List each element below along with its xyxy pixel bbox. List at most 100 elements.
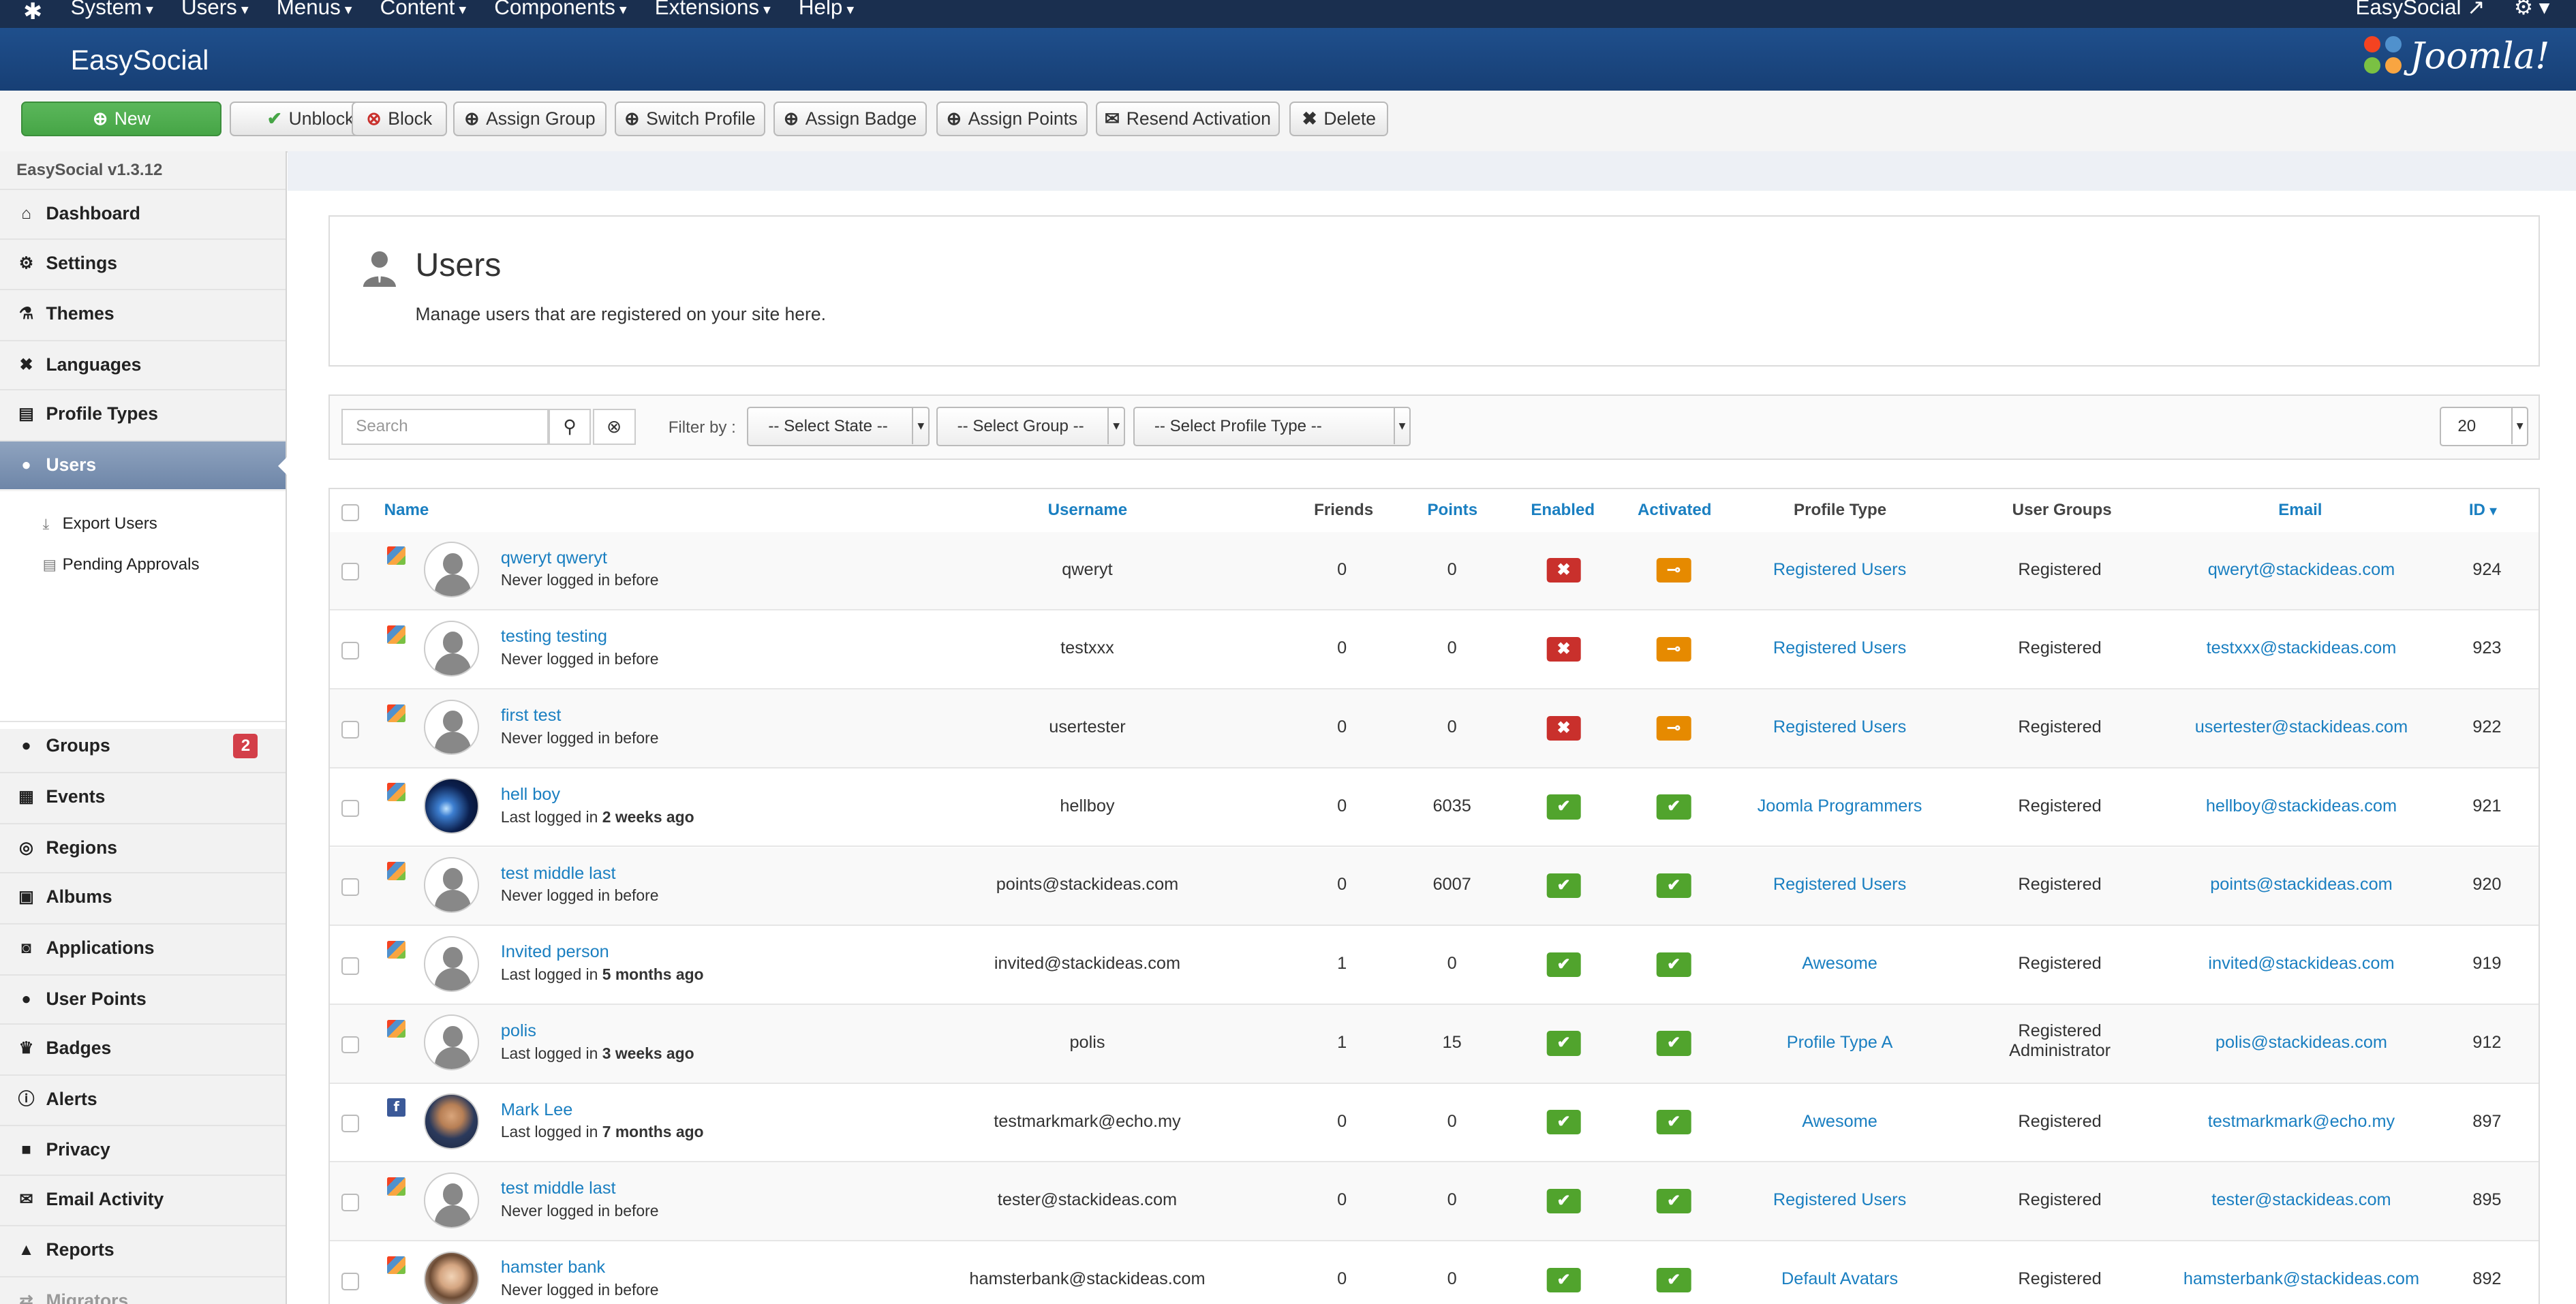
header-id[interactable]: ID ▾ xyxy=(2469,501,2496,520)
gear-icon[interactable]: ⚙ ▾ xyxy=(2514,0,2550,19)
email-link[interactable]: qweryt@stackideas.com xyxy=(2208,560,2395,580)
resend-activation-button[interactable]: ✉ Resend Activation xyxy=(1095,102,1280,137)
state-select[interactable]: -- Select State -- ▾ xyxy=(747,407,930,447)
user-name-link[interactable]: hamster bank xyxy=(501,1258,605,1277)
sidebar-item-users[interactable]: ● Users xyxy=(0,440,288,490)
header-activated[interactable]: Activated xyxy=(1638,501,1711,520)
user-name-link[interactable]: testing testing xyxy=(501,627,607,647)
avatar[interactable] xyxy=(423,1251,480,1304)
sidebar-item-profile-types[interactable]: ▤ Profile Types xyxy=(0,389,286,438)
row-checkbox[interactable] xyxy=(341,799,359,818)
assign-points-button[interactable]: ⊕ Assign Points xyxy=(936,102,1088,137)
profile-type-link[interactable]: Registered Users xyxy=(1773,560,1906,580)
profile-type-link[interactable]: Joomla Programmers xyxy=(1758,796,1922,816)
sidebar-item-user-points[interactable]: ● User Points xyxy=(0,974,286,1023)
profile-type-link[interactable]: Default Avatars xyxy=(1781,1269,1898,1289)
profile-type-link[interactable]: Awesome xyxy=(1802,954,1877,974)
disabled-x-icon[interactable]: ✖ xyxy=(1546,715,1581,741)
disabled-x-icon[interactable]: ✖ xyxy=(1546,636,1581,662)
enabled-check-icon[interactable]: ✔ xyxy=(1546,873,1581,899)
user-name-link[interactable]: Mark Lee xyxy=(501,1100,572,1120)
sidebar-item-groups[interactable]: ● Groups 2 xyxy=(0,721,286,770)
user-name-link[interactable]: test middle last xyxy=(501,864,616,884)
enabled-check-icon[interactable]: ✔ xyxy=(1546,1267,1581,1292)
profile-type-link[interactable]: Profile Type A xyxy=(1787,1033,1893,1053)
menu-help[interactable]: Help xyxy=(799,0,854,20)
activated-check-icon[interactable]: ✔ xyxy=(1656,1031,1691,1056)
row-checkbox[interactable] xyxy=(341,1194,359,1211)
disabled-x-icon[interactable]: ✖ xyxy=(1546,558,1581,583)
email-link[interactable]: testmarkmark@echo.my xyxy=(2208,1112,2395,1132)
email-link[interactable]: testxxx@stackideas.com xyxy=(2207,638,2397,658)
sidebar-item-reports[interactable]: ▲ Reports xyxy=(0,1225,286,1274)
row-checkbox[interactable] xyxy=(341,1115,359,1133)
profile-type-link[interactable]: Registered Users xyxy=(1773,1190,1906,1210)
row-checkbox[interactable] xyxy=(341,642,359,659)
sidebar-item-applications[interactable]: ◙ Applications xyxy=(0,922,286,972)
delete-button[interactable]: ✖ Delete xyxy=(1289,102,1389,137)
sidebar-item-privacy[interactable]: ■ Privacy xyxy=(0,1125,286,1174)
sidebar-item-badges[interactable]: ♛ Badges xyxy=(0,1023,286,1072)
search-button[interactable]: ⚲ xyxy=(548,408,592,445)
avatar[interactable] xyxy=(423,935,480,992)
profile-type-link[interactable]: Registered Users xyxy=(1773,875,1906,895)
sidebar-item-email-activity[interactable]: ✉ Email Activity xyxy=(0,1174,286,1224)
joomla-icon[interactable]: ✱ xyxy=(20,0,46,25)
avatar[interactable] xyxy=(423,699,480,756)
header-name[interactable]: Name xyxy=(384,501,429,520)
email-link[interactable]: hamsterbank@stackideas.com xyxy=(2183,1269,2419,1289)
sidebar-item-themes[interactable]: ⚗ Themes xyxy=(0,289,286,338)
menu-menus[interactable]: Menus xyxy=(277,0,352,20)
avatar[interactable] xyxy=(423,620,480,677)
enabled-check-icon[interactable]: ✔ xyxy=(1546,1110,1581,1135)
avatar[interactable] xyxy=(423,778,480,835)
menu-users[interactable]: Users xyxy=(181,0,249,20)
avatar[interactable] xyxy=(423,542,480,598)
email-link[interactable]: points@stackideas.com xyxy=(2210,875,2393,895)
submenu-export-users[interactable]: ⤓ Export Users xyxy=(43,514,157,533)
row-checkbox[interactable] xyxy=(341,878,359,896)
select-all-checkbox[interactable] xyxy=(341,503,359,522)
assign-group-button[interactable]: ⊕ Assign Group xyxy=(453,102,607,137)
group-select[interactable]: -- Select Group -- ▾ xyxy=(936,407,1125,447)
menu-system[interactable]: System xyxy=(71,0,153,20)
menu-content[interactable]: Content xyxy=(380,0,467,20)
email-link[interactable]: hellboy@stackideas.com xyxy=(2206,796,2397,816)
enabled-check-icon[interactable]: ✔ xyxy=(1546,1031,1581,1056)
email-link[interactable]: polis@stackideas.com xyxy=(2215,1033,2387,1053)
per-page-select[interactable]: 20 ▾ xyxy=(2440,407,2529,447)
avatar[interactable] xyxy=(423,1014,480,1071)
user-name-link[interactable]: first test xyxy=(501,706,562,726)
row-checkbox[interactable] xyxy=(341,957,359,975)
sidebar-item-dashboard[interactable]: ⌂ Dashboard xyxy=(0,189,286,238)
sidebar-item-events[interactable]: ▦ Events xyxy=(0,772,286,821)
submenu-pending-approvals[interactable]: ▤ Pending Approvals xyxy=(43,555,200,574)
row-checkbox[interactable] xyxy=(341,720,359,739)
activated-check-icon[interactable]: ✔ xyxy=(1656,873,1691,899)
activated-check-icon[interactable]: ✔ xyxy=(1656,1110,1691,1135)
header-email[interactable]: Email xyxy=(2278,501,2322,520)
user-name-link[interactable]: Invited person xyxy=(501,942,609,962)
menu-extensions[interactable]: Extensions xyxy=(655,0,771,20)
new-button[interactable]: ⊕ New xyxy=(21,102,222,137)
header-points[interactable]: Points xyxy=(1427,501,1477,520)
site-link[interactable]: EasySocial ↗ xyxy=(2356,0,2485,19)
row-checkbox[interactable] xyxy=(341,1272,359,1290)
email-link[interactable]: tester@stackideas.com xyxy=(2211,1190,2391,1210)
profile-type-link[interactable]: Registered Users xyxy=(1773,717,1906,737)
enabled-check-icon[interactable]: ✔ xyxy=(1546,1188,1581,1214)
user-name-link[interactable]: hell boy xyxy=(501,785,560,805)
clear-search-button[interactable]: ⊗ xyxy=(592,408,636,445)
sidebar-item-languages[interactable]: ✖ Languages xyxy=(0,340,286,389)
email-link[interactable]: invited@stackideas.com xyxy=(2208,954,2394,974)
sidebar-item-settings[interactable]: ⚙ Settings xyxy=(0,238,286,288)
switch-profile-button[interactable]: ⊕ Switch Profile xyxy=(614,102,766,137)
activation-key-icon[interactable]: ⊸ xyxy=(1656,636,1691,662)
user-name-link[interactable]: test middle last xyxy=(501,1179,616,1198)
sidebar-item-alerts[interactable]: ⓘ Alerts xyxy=(0,1074,286,1123)
profile-type-select[interactable]: -- Select Profile Type -- ▾ xyxy=(1133,407,1411,447)
sidebar-item-regions[interactable]: ◎ Regions xyxy=(0,822,286,872)
row-checkbox[interactable] xyxy=(341,563,359,581)
activated-check-icon[interactable]: ✔ xyxy=(1656,952,1691,977)
menu-components[interactable]: Components xyxy=(494,0,627,20)
